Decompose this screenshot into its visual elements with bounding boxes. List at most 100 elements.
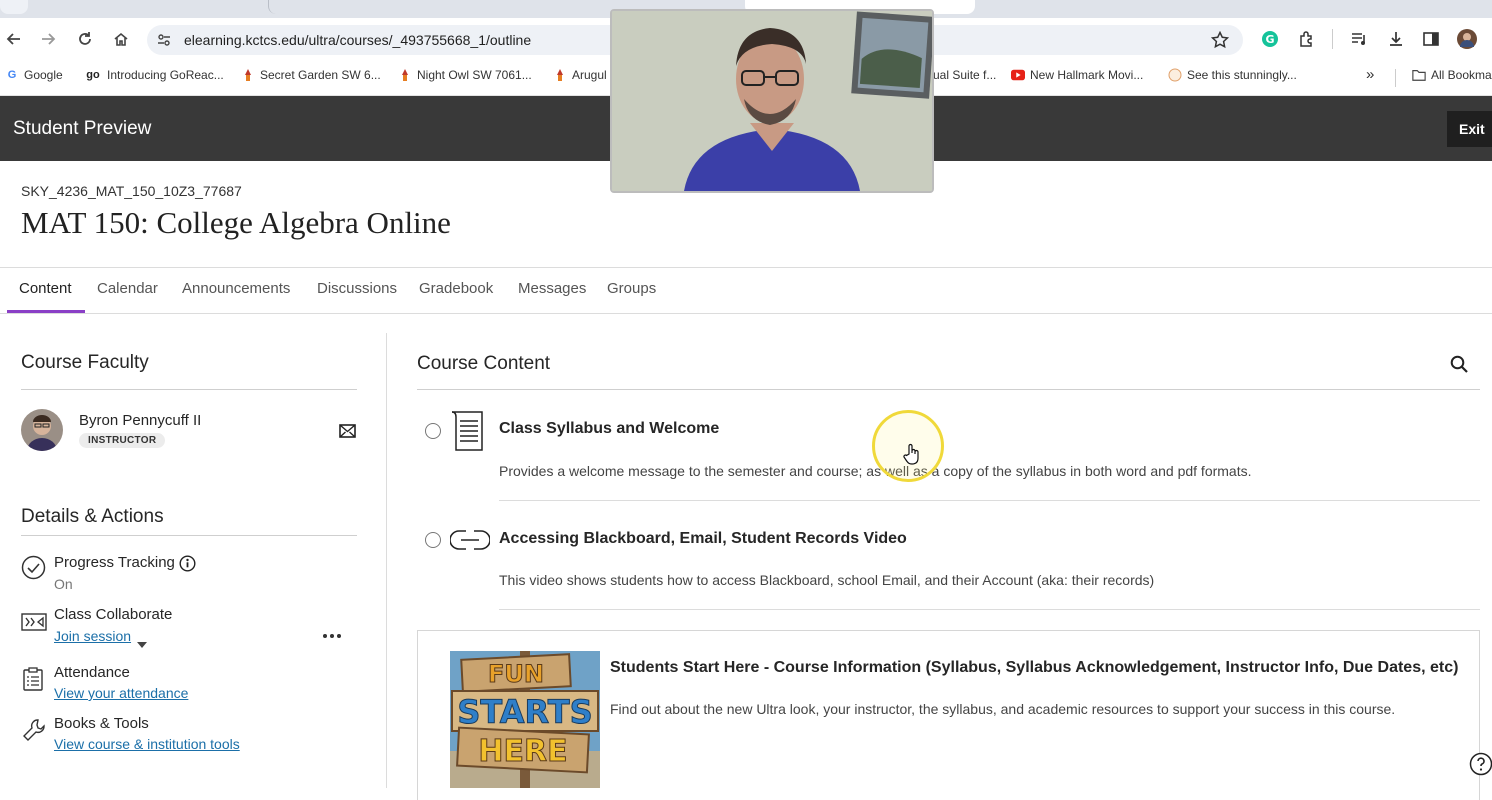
tab-calendar[interactable]: Calendar: [97, 280, 158, 297]
site-settings-icon[interactable]: [157, 33, 171, 52]
exit-preview-button[interactable]: Exit: [1447, 111, 1492, 147]
panel-divider: [386, 333, 387, 788]
goreact-icon: go: [86, 69, 100, 81]
grammarly-icon[interactable]: G: [1258, 27, 1282, 51]
home-icon[interactable]: [109, 27, 133, 51]
side-panel-icon[interactable]: [1419, 27, 1443, 51]
bookmark-label: Introducing GoReac...: [107, 68, 224, 82]
instructor-name[interactable]: Byron Pennycuff II: [79, 412, 201, 429]
chevron-down-icon[interactable]: [137, 635, 147, 653]
bookmark-label: All Bookma: [1431, 68, 1492, 82]
attendance-label: Attendance: [54, 664, 130, 681]
class-collaborate-label: Class Collaborate: [54, 606, 173, 623]
bookmark-label: Google: [24, 68, 63, 82]
content-item-description: Provides a welcome message to the semest…: [499, 463, 1252, 479]
bookmark-item[interactable]: go Introducing GoReac...: [84, 68, 224, 82]
tab-messages[interactable]: Messages: [518, 280, 586, 297]
folder-icon: [1412, 68, 1426, 82]
page-title: MAT 150: College Algebra Online: [21, 205, 451, 240]
bookmark-item[interactable]: See this stunningly...: [1168, 68, 1297, 82]
download-icon[interactable]: [1384, 27, 1408, 51]
item-divider: [499, 609, 1480, 610]
bookmark-item[interactable]: Night Owl SW 7061...: [398, 68, 532, 82]
avatar[interactable]: [21, 409, 63, 451]
bookmark-item[interactable]: Arugul: [553, 68, 607, 82]
paint-icon: [553, 68, 567, 82]
help-icon[interactable]: [1469, 752, 1492, 781]
all-bookmarks-folder[interactable]: All Bookma: [1412, 68, 1492, 82]
tab-gradebook[interactable]: Gradebook: [419, 280, 493, 297]
bookmark-label: Arugul: [572, 68, 607, 82]
bookmark-label: Night Owl SW 7061...: [417, 68, 532, 82]
wrench-icon: [21, 717, 47, 748]
svg-text:G: G: [1265, 33, 1274, 46]
course-faculty-heading: Course Faculty: [21, 352, 149, 373]
google-icon: G: [7, 69, 17, 81]
attendance-clipboard-icon: [22, 667, 44, 696]
item-divider: [499, 500, 1480, 501]
bookmark-item[interactable]: G Google: [5, 68, 63, 82]
bookmark-item[interactable]: New Hallmark Movi...: [1011, 68, 1143, 82]
search-icon[interactable]: [1450, 355, 1468, 378]
image-text-starts: STARTS: [457, 693, 592, 731]
more-options-icon[interactable]: [322, 626, 342, 644]
content-divider: [417, 389, 1480, 390]
course-tabs: Content Calendar Announcements Discussio…: [0, 268, 1492, 314]
forward-icon[interactable]: [36, 27, 60, 51]
bookmark-star-icon[interactable]: [1210, 30, 1230, 54]
tab-groups[interactable]: Groups: [607, 280, 656, 297]
url-text: elearning.kctcs.edu/ultra/courses/_49375…: [184, 32, 532, 48]
course-id: SKY_4236_MAT_150_10Z3_77687: [21, 183, 242, 199]
details-actions-heading: Details & Actions: [21, 506, 164, 527]
hand-cursor-icon: [903, 443, 921, 470]
paint-icon: [241, 68, 255, 82]
details-divider: [21, 535, 357, 536]
progress-tracking-status: On: [54, 576, 73, 592]
card-title[interactable]: Students Start Here - Course Information…: [610, 659, 1458, 677]
email-icon[interactable]: [339, 424, 356, 443]
preview-title: Student Preview: [13, 118, 152, 139]
bookmark-label: New Hallmark Movi...: [1030, 68, 1144, 82]
bookmark-label: See this stunningly...: [1187, 68, 1297, 82]
back-icon[interactable]: [2, 27, 26, 51]
extensions-icon[interactable]: [1295, 27, 1319, 51]
bookmark-item[interactable]: Secret Garden SW 6...: [241, 68, 381, 82]
paint-icon: [398, 68, 412, 82]
profile-avatar-icon[interactable]: [1455, 27, 1479, 51]
view-course-tools-link[interactable]: View course & institution tools: [54, 736, 240, 752]
progress-check-icon: [21, 555, 46, 585]
bookmark-label: ual Suite f...: [933, 68, 997, 82]
card-description: Find out about the new Ultra look, your …: [610, 701, 1396, 717]
document-icon: [450, 411, 488, 456]
tab-announcements[interactable]: Announcements: [182, 280, 290, 297]
tab-discussions[interactable]: Discussions: [317, 280, 397, 297]
collaborate-video-icon: [21, 613, 47, 636]
media-control-icon[interactable]: [1347, 27, 1371, 51]
join-session-link[interactable]: Join session: [54, 628, 131, 644]
reload-icon[interactable]: [73, 27, 97, 51]
webcam-overlay[interactable]: [610, 9, 934, 193]
more-bookmarks-icon[interactable]: »: [1366, 66, 1374, 83]
view-attendance-link[interactable]: View your attendance: [54, 685, 188, 701]
bookmarks-divider: [1395, 69, 1396, 87]
image-text-fun: FUN: [488, 660, 544, 688]
tab-content[interactable]: Content: [19, 280, 72, 297]
bookmark-item[interactable]: ual Suite f...: [933, 68, 996, 82]
active-tab-indicator: [7, 310, 85, 313]
books-tools-label: Books & Tools: [54, 715, 149, 732]
progress-tracking-label: Progress Tracking: [54, 554, 175, 571]
bookmark-label: Secret Garden SW 6...: [260, 68, 381, 82]
item-progress-radio[interactable]: [425, 423, 441, 439]
link-icon: [449, 529, 491, 556]
browser-tab[interactable]: [0, 0, 28, 14]
content-item-title[interactable]: Accessing Blackboard, Email, Student Rec…: [499, 530, 907, 548]
info-icon[interactable]: [179, 555, 196, 577]
image-text-here: HERE: [478, 734, 567, 769]
course-content-heading: Course Content: [417, 353, 551, 374]
content-item-title[interactable]: Class Syllabus and Welcome: [499, 420, 719, 438]
faculty-divider: [21, 389, 357, 390]
item-progress-radio[interactable]: [425, 532, 441, 548]
browser-tab[interactable]: [268, 0, 508, 14]
content-item-description: This video shows students how to access …: [499, 572, 1155, 588]
site-icon: [1168, 68, 1182, 82]
